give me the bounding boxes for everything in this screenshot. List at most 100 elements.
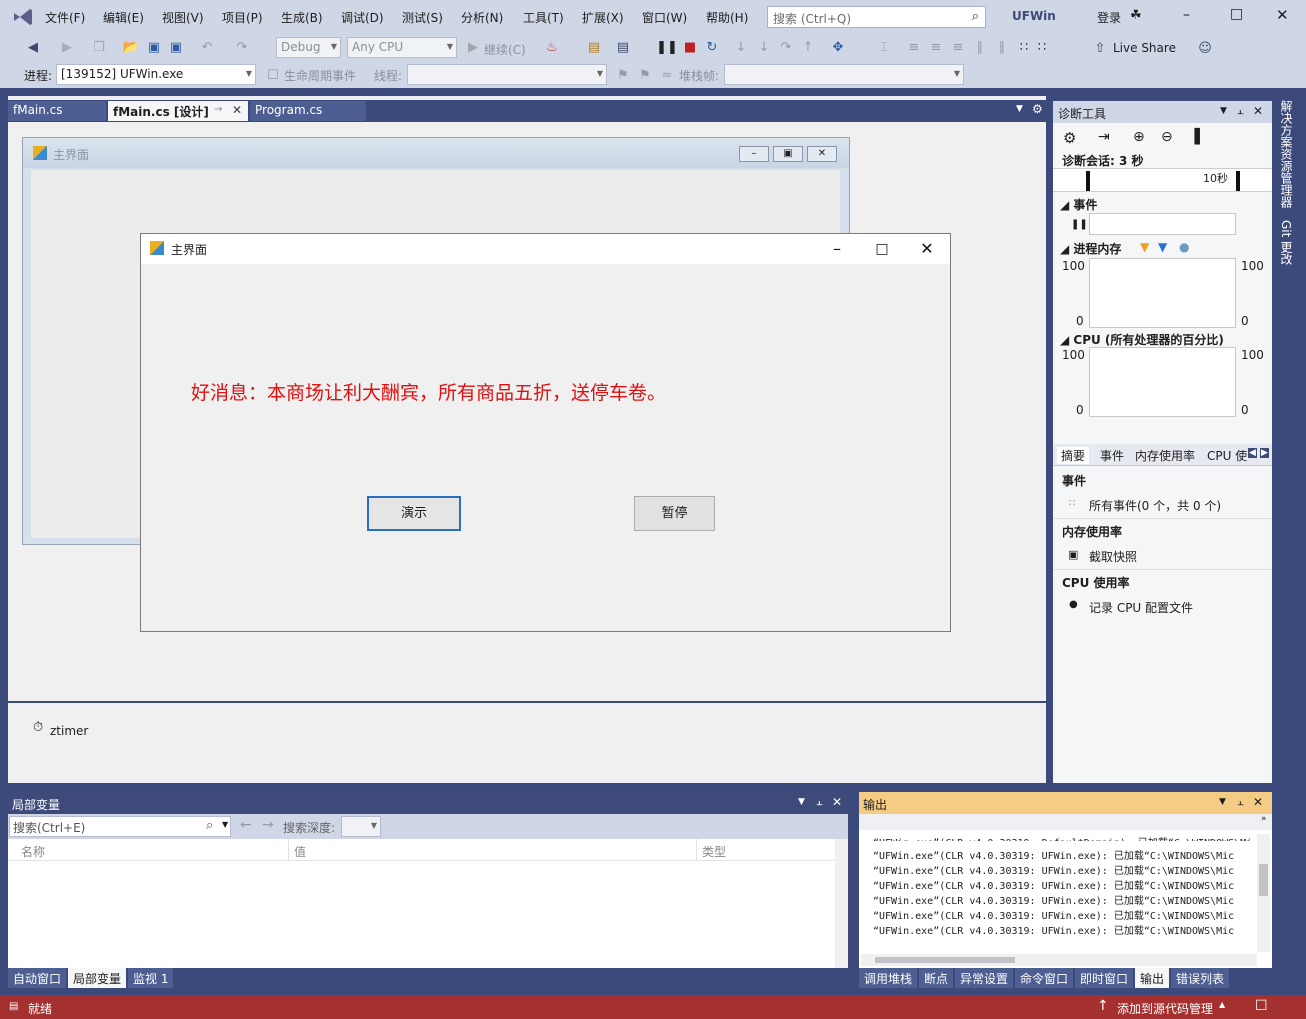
menu-file[interactable]: 文件(F) xyxy=(45,9,85,26)
tab-immediate-window[interactable]: 即时窗口 xyxy=(1075,968,1134,988)
tab-command-window[interactable]: 命令窗口 xyxy=(1015,968,1074,988)
live-share-button[interactable]: Live Share xyxy=(1113,41,1176,55)
menu-debug[interactable]: 调试(D) xyxy=(341,9,384,26)
flag-threads-icon[interactable]: ⚑ xyxy=(636,66,654,84)
pause-icon[interactable]: ❚❚ xyxy=(656,38,678,56)
locals-search-input[interactable]: 搜索(Ctrl+E) ⌕ xyxy=(9,816,231,837)
locals-close-icon[interactable]: ✕ xyxy=(832,795,842,809)
minimize-icon[interactable]: – xyxy=(1183,7,1190,23)
column-divider[interactable] xyxy=(288,839,289,861)
menu-view[interactable]: 视图(V) xyxy=(162,9,204,26)
source-control-up-icon[interactable]: ↑ xyxy=(1097,998,1109,1014)
tab-exception-settings[interactable]: 异常设置 xyxy=(955,968,1014,988)
tab-events[interactable]: 事件 xyxy=(1100,447,1124,464)
tab-memory-usage[interactable]: 内存使用率 xyxy=(1135,447,1195,464)
column-type[interactable]: 类型 xyxy=(702,843,726,860)
tab-watch[interactable]: 监视 1 xyxy=(128,968,174,988)
notifications-icon[interactable]: ☐ xyxy=(1255,998,1268,1014)
locals-pin-icon[interactable]: ⫠ xyxy=(816,795,823,809)
step-up-icon[interactable]: ↑ xyxy=(799,38,817,56)
hot-reload-icon[interactable]: ♨ xyxy=(543,38,561,56)
breakpoint-icon[interactable]: ⌶ xyxy=(875,38,893,56)
new-project-icon[interactable]: ❐ xyxy=(90,38,108,56)
tab-fmain-designer[interactable]: fMain.cs [设计] → ✕ xyxy=(108,101,248,121)
panel-dropdown-icon[interactable]: ▼ xyxy=(1220,106,1227,116)
close-icon[interactable]: ✕ xyxy=(1276,6,1289,24)
tab-autos[interactable]: 自动窗口 xyxy=(8,968,67,988)
more-icon[interactable]: ∷ xyxy=(1033,38,1051,56)
take-snapshot-button[interactable]: 截取快照 xyxy=(1089,548,1137,565)
step-out-icon[interactable]: ↷ xyxy=(777,38,795,56)
output-vscroll-thumb[interactable] xyxy=(1259,864,1268,896)
column-name[interactable]: 名称 xyxy=(21,843,45,860)
tab-cpu-usage[interactable]: CPU 使 xyxy=(1207,447,1247,464)
save-all-icon[interactable]: ▣ xyxy=(167,38,185,56)
tab-locals[interactable]: 局部变量 xyxy=(68,968,127,988)
locals-dropdown-icon[interactable]: ▼ xyxy=(798,797,805,807)
panel-close-icon[interactable]: ✕ xyxy=(1253,104,1263,118)
tab-dropdown-icon[interactable]: ▼ xyxy=(1016,104,1023,114)
app-titlebar[interactable]: 主界面 – □ ✕ xyxy=(141,234,950,264)
tab-scroll-right-icon[interactable]: ▶ xyxy=(1260,448,1269,458)
platform-select[interactable]: Any CPU ▼ xyxy=(347,37,457,58)
tab-program-cs[interactable]: Program.cs xyxy=(250,101,366,121)
menu-extensions[interactable]: 扩展(X) xyxy=(582,9,624,26)
menu-tools[interactable]: 工具(T) xyxy=(523,9,564,26)
open-folder-icon[interactable]: 📂 xyxy=(122,38,140,56)
app-close-icon[interactable]: ✕ xyxy=(916,238,938,260)
zoom-in-icon[interactable]: ⊕ xyxy=(1133,129,1145,145)
menu-project[interactable]: 项目(P) xyxy=(222,9,263,26)
output-close-icon[interactable]: ✕ xyxy=(1253,795,1263,809)
stack-icon[interactable]: ≈ xyxy=(658,66,676,84)
events-pause-icon[interactable]: ❚❚ xyxy=(1071,219,1088,230)
output-dropdown-icon[interactable]: ▼ xyxy=(1219,797,1226,807)
redo-icon[interactable]: ↷ xyxy=(233,38,251,56)
tab-output[interactable]: 输出 xyxy=(1135,968,1170,988)
tab-call-stack[interactable]: 调用堆栈 xyxy=(859,968,918,988)
align-bottom-icon[interactable]: ∷ xyxy=(1015,38,1033,56)
align-center-icon[interactable]: ≡ xyxy=(927,38,945,56)
feedback-icon[interactable]: ☺ xyxy=(1196,39,1214,57)
menu-window[interactable]: 窗口(W) xyxy=(642,9,687,26)
git-changes-tab[interactable]: Git 更改 xyxy=(1278,220,1295,265)
live-share-icon[interactable]: ⇧ xyxy=(1091,39,1109,57)
source-control-caret-icon[interactable]: ▲ xyxy=(1219,1000,1225,1009)
forward-icon[interactable]: ▶ xyxy=(58,38,76,56)
tab-summary[interactable]: 摘要 xyxy=(1057,447,1090,464)
add-to-source-control[interactable]: 添加到源代码管理 xyxy=(1117,1000,1213,1017)
stack-frame-select[interactable]: ▼ xyxy=(724,64,964,85)
menu-analyze[interactable]: 分析(N) xyxy=(461,9,503,26)
thread-select[interactable]: ▼ xyxy=(407,64,607,85)
zoom-out-icon[interactable]: ⊖ xyxy=(1161,129,1173,145)
vs-logo-icon[interactable] xyxy=(12,7,34,27)
app-maximize-icon[interactable]: □ xyxy=(871,238,893,260)
tab-close-icon[interactable]: ✕ xyxy=(232,103,242,117)
layout-icon[interactable]: ▤ xyxy=(614,38,632,56)
bar-chart-icon[interactable]: ▐ xyxy=(1189,129,1200,145)
menu-test[interactable]: 测试(S) xyxy=(402,9,443,26)
search-input[interactable]: 搜索 (Ctrl+Q) ⌕ xyxy=(767,6,986,28)
process-select[interactable]: [139152] UFWin.exe ▼ xyxy=(56,64,256,85)
pin-icon[interactable]: → xyxy=(214,104,222,115)
diagnostics-icon[interactable]: ✥ xyxy=(829,38,847,56)
continue-icon[interactable]: ▶ xyxy=(464,38,482,56)
back-icon[interactable]: ◀ xyxy=(24,38,42,56)
locals-scrollbar[interactable] xyxy=(835,839,848,968)
output-hscroll-thumb[interactable] xyxy=(875,957,1015,963)
publish-icon[interactable]: ▤ xyxy=(585,38,603,56)
align-middle-icon[interactable]: ∥ xyxy=(993,38,1011,56)
settings-gear-icon[interactable]: ⚙ xyxy=(1063,129,1076,147)
pause-button[interactable]: 暂停 xyxy=(634,496,715,531)
tab-scroll-left-icon[interactable]: ◀ xyxy=(1248,448,1257,458)
align-left-icon[interactable]: ≡ xyxy=(905,38,923,56)
app-minimize-icon[interactable]: – xyxy=(826,238,848,260)
maximize-icon[interactable]: □ xyxy=(1230,6,1243,22)
output-vscrollbar[interactable] xyxy=(1257,834,1270,952)
menu-edit[interactable]: 编辑(E) xyxy=(103,9,144,26)
tab-error-list[interactable]: 错误列表 xyxy=(1171,968,1230,988)
panel-pin-icon[interactable]: ⫠ xyxy=(1237,104,1244,118)
menu-build[interactable]: 生成(B) xyxy=(281,9,323,26)
search-depth-select[interactable]: ▼ xyxy=(341,816,381,837)
locals-forward-icon[interactable]: → xyxy=(262,817,274,833)
flag-icon[interactable]: ⚑ xyxy=(614,66,632,84)
